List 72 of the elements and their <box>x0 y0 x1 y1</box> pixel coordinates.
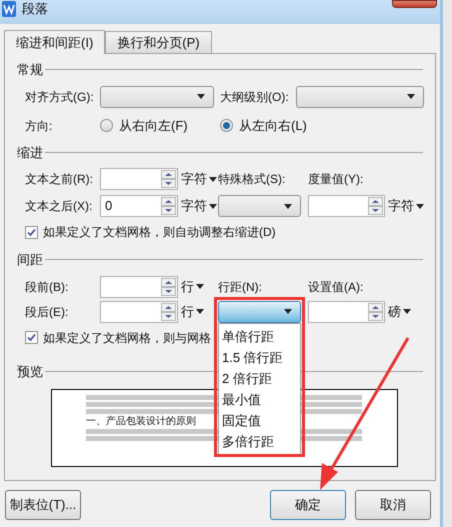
unit-dropdown[interactable]: 行 <box>178 276 218 298</box>
spin-arrows-icon <box>161 170 176 188</box>
field-label: 方向: <box>25 118 54 134</box>
window-title: 段落 <box>22 1 48 16</box>
spin-arrows-icon <box>161 302 176 320</box>
caret-icon <box>284 309 292 314</box>
dropdown-option[interactable]: 1.5 倍行距 <box>219 346 300 368</box>
preview-heading-text: 一、产品包装设计的原则 <box>86 416 196 427</box>
checkbox-label: 如果定义了文档网格，则自动调整右缩进(D) <box>43 224 276 241</box>
spin-arrows-icon <box>161 197 176 215</box>
checkmark-icon <box>27 228 36 236</box>
section-heading: 间距 <box>17 251 43 269</box>
unit-dropdown[interactable]: 字符 <box>178 168 218 190</box>
field-label: 对齐方式(G): <box>25 88 95 106</box>
caret-icon <box>209 204 217 208</box>
spin-arrows-icon <box>161 278 176 296</box>
number-field[interactable] <box>100 276 178 298</box>
caret-icon <box>196 284 204 289</box>
section-heading: 预览 <box>17 362 43 380</box>
caret-icon <box>403 309 411 314</box>
checkbox[interactable] <box>25 331 38 344</box>
tab[interactable]: 缩进和间距(I) <box>4 30 106 54</box>
checkbox[interactable] <box>25 226 38 238</box>
caret-icon <box>416 204 424 208</box>
dropdown[interactable] <box>100 86 214 108</box>
field-label: 行距(N): <box>218 278 263 296</box>
dialog-button[interactable]: 确定 <box>270 490 346 520</box>
checkbox-label: 如果定义了文档网格，则与网格 <box>43 330 211 346</box>
radio-label: 从右向左(F) <box>119 116 188 135</box>
radio-button[interactable] <box>100 119 113 132</box>
app-logo-icon <box>2 1 16 17</box>
unit-dropdown[interactable]: 字符 <box>178 195 218 217</box>
checkmark-icon <box>27 333 36 342</box>
dropdown-option[interactable]: 多倍行距 <box>219 430 300 452</box>
caret-icon <box>209 176 217 182</box>
section-heading: 常规 <box>17 61 43 79</box>
field-label: 文本之后(X): <box>25 198 94 215</box>
number-field[interactable] <box>100 300 178 322</box>
caret-icon <box>196 309 204 314</box>
caret-icon <box>197 94 205 99</box>
field-label: 段后(E): <box>25 304 70 320</box>
tab[interactable]: 换行和分页(P) <box>105 31 212 53</box>
spin-arrows-icon <box>368 197 383 215</box>
dialog-button[interactable]: 制表位(T)... <box>5 490 81 520</box>
close-button[interactable] <box>392 0 437 8</box>
number-field[interactable] <box>308 300 385 322</box>
unit-dropdown[interactable]: 行 <box>178 300 218 322</box>
number-field[interactable] <box>308 195 385 217</box>
dropdown-option[interactable]: 固定值 <box>219 410 300 430</box>
dropdown[interactable] <box>218 300 301 322</box>
field-label: 段前(B): <box>25 278 70 296</box>
unit-dropdown[interactable]: 磅 <box>385 300 425 322</box>
field-label: 大纲级别(O): <box>220 88 290 106</box>
field-label: 设置值(A): <box>308 278 364 296</box>
field-label: 特殊格式(S): <box>218 171 286 188</box>
radio-label: 从左向右(L) <box>239 116 307 135</box>
section-heading: 缩进 <box>17 144 43 162</box>
spin-arrows-icon <box>368 302 383 320</box>
number-field[interactable] <box>100 168 178 190</box>
unit-dropdown[interactable]: 字符 <box>385 195 425 217</box>
field-label: 文本之前(R): <box>25 171 94 188</box>
dropdown[interactable] <box>296 86 424 108</box>
dropdown[interactable] <box>218 195 301 217</box>
radio-button[interactable] <box>220 119 233 132</box>
dropdown-option[interactable]: 2 倍行距 <box>219 368 300 388</box>
number-field[interactable]: 0 <box>100 195 178 217</box>
dialog-button[interactable]: 取消 <box>355 490 431 520</box>
field-label: 度量值(Y): <box>308 171 364 188</box>
caret-icon <box>284 204 292 208</box>
dropdown-option[interactable]: 最小值 <box>219 388 300 410</box>
dropdown-option[interactable]: 单倍行距 <box>219 326 300 346</box>
caret-icon <box>407 94 415 99</box>
